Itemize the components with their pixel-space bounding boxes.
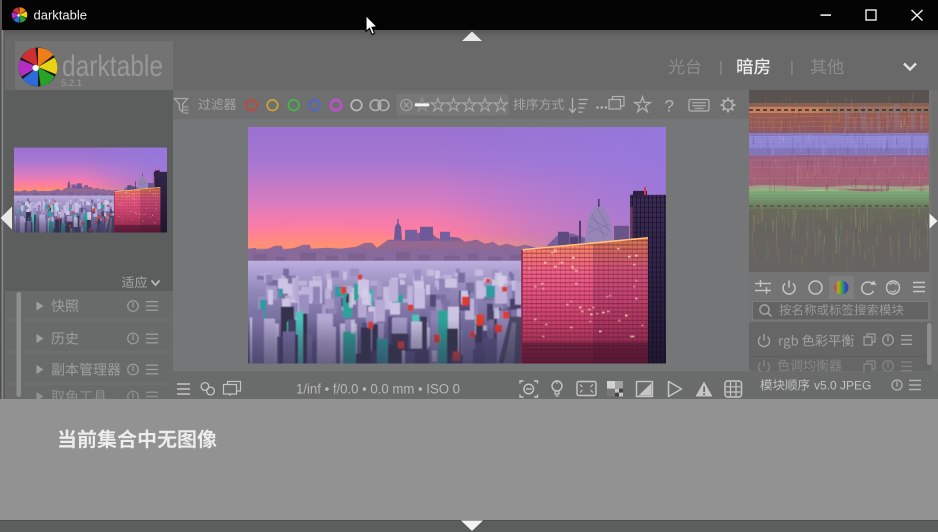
svg-text:v5.0 JPEG: v5.0 JPEG bbox=[814, 379, 871, 393]
svg-text:darktable: darktable bbox=[34, 8, 87, 23]
svg-text:5.2.1: 5.2.1 bbox=[61, 78, 82, 89]
svg-text:|: | bbox=[790, 59, 794, 76]
svg-text:|: | bbox=[719, 59, 723, 76]
svg-text:1/inf • f/0.0 • 0.0 mm • ISO 0: 1/inf • f/0.0 • 0.0 mm • ISO 0 bbox=[296, 382, 460, 397]
svg-text:?: ? bbox=[665, 97, 674, 116]
